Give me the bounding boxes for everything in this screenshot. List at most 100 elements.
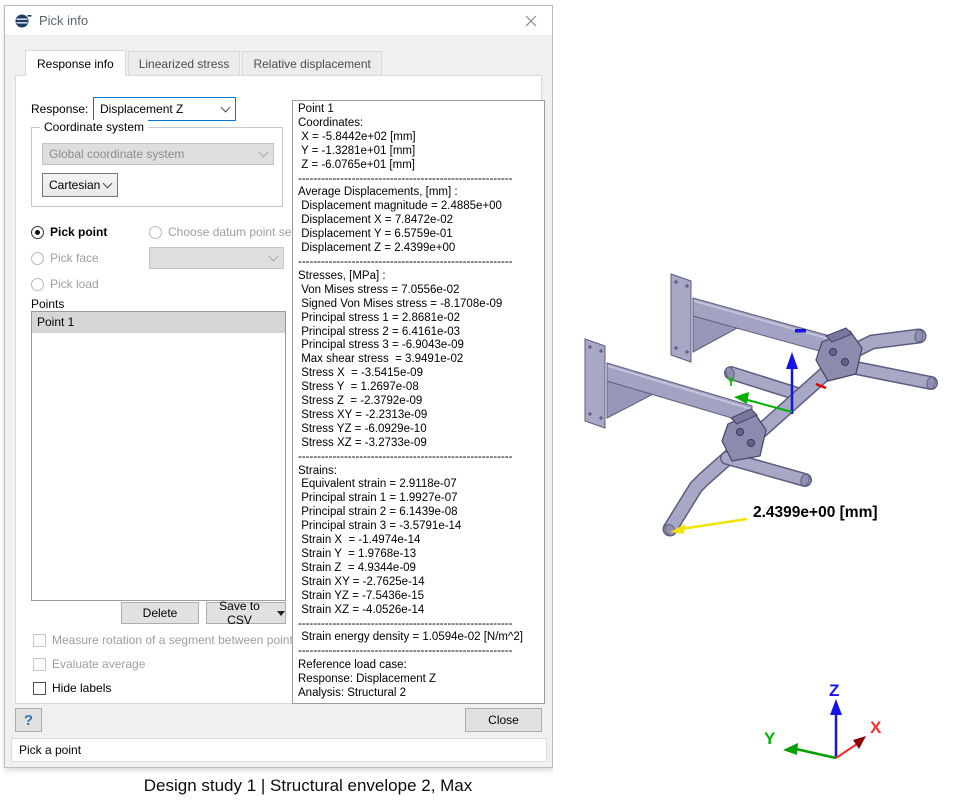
report-line: Strain Z = 4.9344e-09 bbox=[298, 562, 544, 576]
report-line: Y = -1.3281e+01 [mm] bbox=[298, 145, 544, 159]
report-line: Z = -6.0765e+01 [mm] bbox=[298, 159, 544, 173]
report-line: Point 1 bbox=[298, 103, 544, 117]
chevron-down-icon bbox=[259, 147, 269, 157]
dropdown-arrow-icon bbox=[277, 611, 285, 616]
back-bracket bbox=[671, 274, 841, 362]
displacement-annotation-group: 2.4399e+00 [mm] bbox=[670, 504, 878, 534]
view-triad: Z Y X bbox=[764, 681, 882, 758]
report-line: ----------------------------------------… bbox=[298, 173, 544, 187]
title-bar[interactable]: Pick info bbox=[5, 6, 552, 36]
report-line: Displacement magnitude = 2.4885e+00 bbox=[298, 200, 544, 214]
checkbox-hide-labels[interactable]: Hide labels bbox=[33, 681, 111, 695]
report-line: X = -5.8442e+02 [mm] bbox=[298, 131, 544, 145]
report-line: Strain YZ = -7.5436e-15 bbox=[298, 590, 544, 604]
handle-tube-rear bbox=[724, 366, 801, 395]
pick-info-dialog: Pick info Response info Linearized stres… bbox=[4, 5, 553, 768]
report-line: Von Mises stress = 7.0556e-02 bbox=[298, 284, 544, 298]
report-line: Strain energy density = 1.0594e-02 [N/m^… bbox=[298, 631, 544, 645]
report-line: Principal stress 1 = 2.8681e-02 bbox=[298, 312, 544, 326]
report-line: Equivalent strain = 2.9118e-07 bbox=[298, 478, 544, 492]
report-line: Strains: bbox=[298, 465, 544, 479]
radio-pick-load: Pick load bbox=[31, 277, 99, 291]
tab-content-pane: Response: Displacement Z Coordinate syst… bbox=[15, 75, 542, 704]
radio-icon bbox=[149, 226, 162, 239]
checkbox-evaluate-average: Evaluate average bbox=[33, 657, 145, 671]
report-line: Signed Von Mises stress = -8.1708e-09 bbox=[298, 298, 544, 312]
radio-icon bbox=[31, 252, 44, 265]
report-line: Max shear stress = 3.9491e-02 bbox=[298, 353, 544, 367]
coordinate-type-select[interactable]: Cartesian bbox=[42, 173, 118, 197]
response-select[interactable]: Displacement Z bbox=[93, 97, 236, 121]
model-axis-y-label: Y bbox=[727, 375, 735, 389]
triad-z-label: Z bbox=[829, 681, 839, 700]
report-line: Stress YZ = -6.0929e-10 bbox=[298, 423, 544, 437]
checkbox-icon bbox=[33, 682, 46, 695]
save-to-csv-label: Save to CSV bbox=[207, 599, 272, 627]
handle-tube-front bbox=[727, 458, 810, 487]
measure-rotation-label: Measure rotation of a segment between po… bbox=[52, 633, 299, 647]
close-icon[interactable] bbox=[520, 11, 542, 31]
report-line: Stress Y = 1.2697e-08 bbox=[298, 381, 544, 395]
report-line: ----------------------------------------… bbox=[298, 618, 544, 632]
hide-labels-label: Hide labels bbox=[52, 681, 111, 695]
evaluate-average-label: Evaluate average bbox=[52, 657, 145, 671]
radio-pick-point[interactable]: Pick point bbox=[31, 225, 107, 239]
handle-tube-right bbox=[846, 366, 936, 390]
model-viewport[interactable]: Y 2.4399e+00 [mm] Z Y X bbox=[553, 0, 956, 803]
help-button-label: ? bbox=[24, 712, 33, 729]
tab-relative-displacement[interactable]: Relative displacement bbox=[242, 51, 381, 75]
radio-choose-datum-label: Choose datum point set bbox=[168, 225, 295, 239]
chevron-down-icon bbox=[103, 178, 113, 188]
report-line: Displacement Z = 2.4399e+00 bbox=[298, 242, 544, 256]
triad-axis-y bbox=[796, 749, 836, 758]
report-line: ----------------------------------------… bbox=[298, 256, 544, 270]
report-line: Strain Y = 1.9768e-13 bbox=[298, 548, 544, 562]
report-line: Principal strain 2 = 6.1439e-08 bbox=[298, 506, 544, 520]
report-line: Stress X = -3.5415e-09 bbox=[298, 367, 544, 381]
coordinate-system-value: Global coordinate system bbox=[49, 147, 260, 161]
triad-x-label: X bbox=[870, 718, 882, 737]
screen: { "window": { "title": "Pick info" }, "t… bbox=[0, 0, 956, 803]
app-icon bbox=[15, 13, 32, 29]
study-caption: Design study 1 | Structural envelope 2, … bbox=[30, 776, 586, 796]
response-report-panel[interactable]: Point 1Coordinates: X = -5.8442e+02 [mm]… bbox=[292, 100, 545, 704]
points-label: Points bbox=[31, 297, 64, 311]
report-line: Displacement X = 7.8472e-02 bbox=[298, 214, 544, 228]
report-line: ----------------------------------------… bbox=[298, 645, 544, 659]
checkbox-icon bbox=[33, 634, 46, 647]
coordinate-system-group: Coordinate system Global coordinate syst… bbox=[31, 127, 283, 207]
report-line: Principal strain 1 = 1.9927e-07 bbox=[298, 492, 544, 506]
radio-pick-point-label: Pick point bbox=[50, 225, 107, 239]
status-bar: Pick a point bbox=[11, 738, 547, 762]
report-line: Coordinates: bbox=[298, 117, 544, 131]
window-title: Pick info bbox=[39, 13, 88, 28]
coordinate-type-value: Cartesian bbox=[49, 178, 104, 192]
report-line: Strain XY = -2.7625e-14 bbox=[298, 576, 544, 590]
response-value: Displacement Z bbox=[100, 102, 222, 116]
report-line: Principal stress 2 = 6.4161e-03 bbox=[298, 326, 544, 340]
chevron-down-icon bbox=[269, 251, 279, 261]
delete-button[interactable]: Delete bbox=[121, 602, 199, 624]
report-line: Analysis: Structural 2 bbox=[298, 687, 544, 701]
coordinate-system-select: Global coordinate system bbox=[42, 143, 274, 165]
checkbox-measure-rotation: Measure rotation of a segment between po… bbox=[33, 633, 299, 647]
close-button-label: Close bbox=[488, 713, 519, 727]
points-list[interactable]: Point 1 bbox=[31, 311, 286, 601]
report-line: Principal stress 3 = -6.9043e-09 bbox=[298, 339, 544, 353]
save-to-csv-button[interactable]: Save to CSV bbox=[206, 602, 286, 624]
tab-response-info[interactable]: Response info bbox=[25, 50, 126, 76]
report-line: Reference load case: bbox=[298, 659, 544, 673]
report-line: Principal strain 3 = -3.5791e-14 bbox=[298, 520, 544, 534]
displacement-annotation: 2.4399e+00 [mm] bbox=[753, 504, 878, 521]
help-button[interactable]: ? bbox=[15, 708, 42, 732]
report-line: ----------------------------------------… bbox=[298, 451, 544, 465]
points-list-item[interactable]: Point 1 bbox=[32, 312, 285, 333]
response-label: Response: bbox=[31, 102, 88, 116]
model-axis-z-hidden-label bbox=[795, 329, 806, 333]
close-button[interactable]: Close bbox=[465, 708, 542, 732]
report-line: Stress XY = -2.2313e-09 bbox=[298, 409, 544, 423]
radio-icon bbox=[31, 278, 44, 291]
report-line: Displacement Y = 6.5759e-01 bbox=[298, 228, 544, 242]
tab-linearized-stress[interactable]: Linearized stress bbox=[128, 51, 241, 75]
report-line: Average Displacements, [mm] : bbox=[298, 186, 544, 200]
